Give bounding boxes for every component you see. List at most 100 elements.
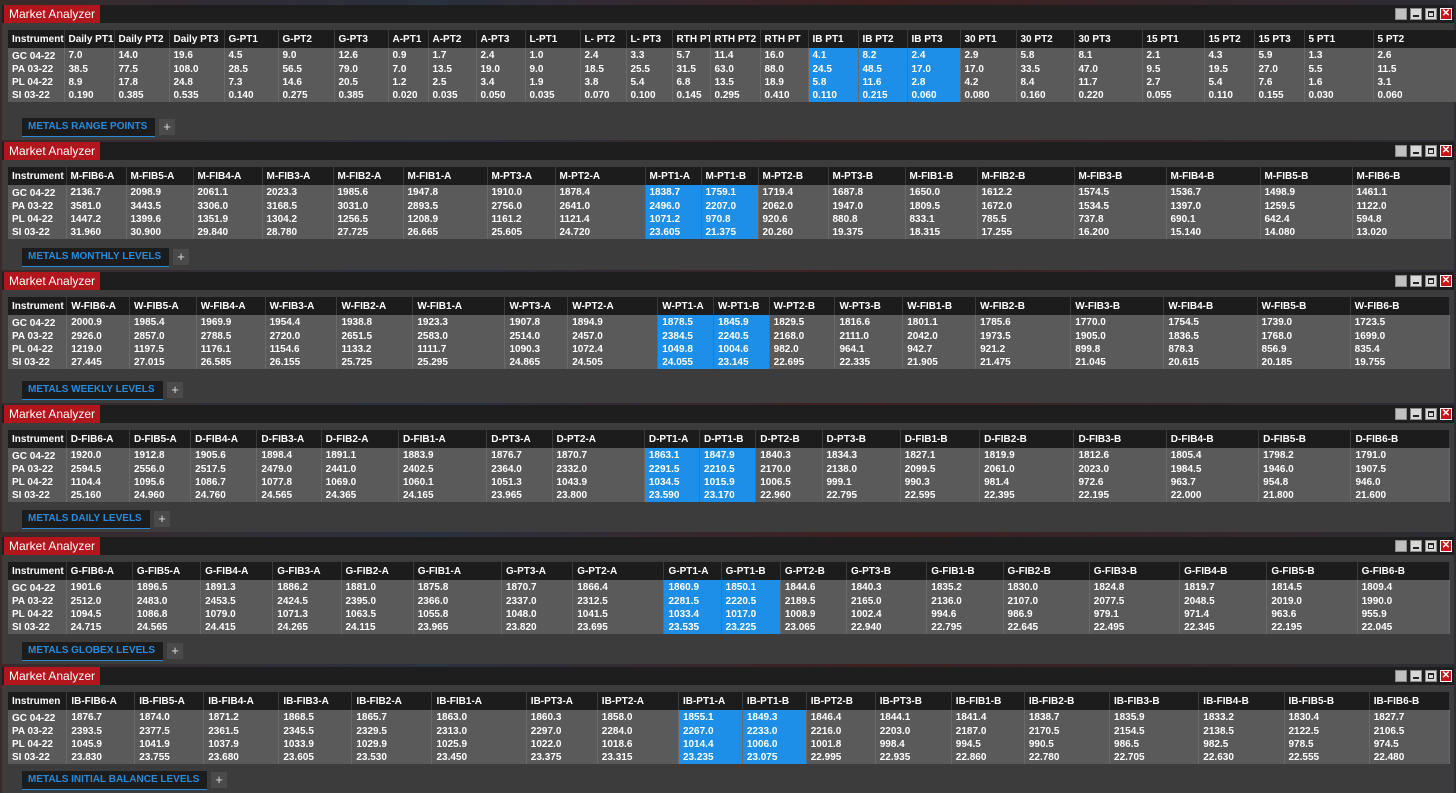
value-cell[interactable]: 22.000 xyxy=(1166,489,1260,502)
value-cell[interactable]: 1.3 xyxy=(1304,48,1374,63)
value-cell[interactable]: 21.375 xyxy=(701,226,759,239)
value-cell[interactable]: 23.605 xyxy=(645,226,702,239)
value-cell[interactable]: 2720.0 xyxy=(265,330,338,343)
value-cell[interactable]: 2926.0 xyxy=(66,330,130,343)
value-cell[interactable]: 11.4 xyxy=(710,48,761,63)
value-cell[interactable]: 21.800 xyxy=(1258,489,1352,502)
column-header[interactable]: L- PT2 xyxy=(580,30,627,48)
maximize-icon[interactable] xyxy=(1425,145,1437,157)
value-cell[interactable]: 22.935 xyxy=(875,751,952,764)
value-cell[interactable]: 5.7 xyxy=(672,48,711,63)
value-cell[interactable]: 2556.0 xyxy=(129,463,192,476)
value-cell[interactable]: 1891.1 xyxy=(321,448,399,463)
value-cell[interactable]: 982.5 xyxy=(1198,738,1285,751)
value-cell[interactable]: 1846.4 xyxy=(806,710,876,725)
value-cell[interactable]: 1033.9 xyxy=(278,738,353,751)
value-cell[interactable]: 22.045 xyxy=(1357,621,1451,634)
value-cell[interactable]: 998.4 xyxy=(875,738,952,751)
maximize-icon[interactable] xyxy=(1425,8,1437,20)
value-cell[interactable]: 0.215 xyxy=(858,89,908,102)
value-cell[interactable]: 1.2 xyxy=(388,76,429,89)
value-cell[interactable]: 8.2 xyxy=(858,48,908,63)
value-cell[interactable]: 1770.0 xyxy=(1070,315,1165,330)
column-header[interactable]: 5 PT1 xyxy=(1304,30,1374,48)
value-cell[interactable]: 2281.5 xyxy=(663,595,722,608)
value-cell[interactable]: 2.6 xyxy=(1373,48,1456,63)
column-header[interactable]: G-FIB1-A xyxy=(413,562,502,580)
value-cell[interactable]: 1259.5 xyxy=(1260,200,1353,213)
value-cell[interactable]: 18.315 xyxy=(905,226,978,239)
value-cell[interactable]: 963.7 xyxy=(1166,476,1260,489)
value-cell[interactable]: 22.335 xyxy=(834,356,904,369)
value-cell[interactable]: 2000.9 xyxy=(66,315,130,330)
value-cell[interactable]: 1809.5 xyxy=(905,200,978,213)
value-cell[interactable]: 1197.5 xyxy=(129,343,197,356)
value-cell[interactable]: 2594.5 xyxy=(66,463,130,476)
column-header[interactable]: G-PT2 xyxy=(278,30,335,48)
column-header[interactable]: G-FIB5-A xyxy=(132,562,202,580)
restore-icon[interactable] xyxy=(1395,670,1407,682)
column-header[interactable]: A-PT2 xyxy=(428,30,477,48)
column-header[interactable]: D-FIB5-A xyxy=(129,430,192,448)
value-cell[interactable]: 878.3 xyxy=(1163,343,1258,356)
column-header-instrument[interactable]: Instrument xyxy=(8,167,67,185)
value-cell[interactable]: 955.9 xyxy=(1357,608,1451,621)
column-header[interactable]: M-FIB4-B xyxy=(1166,167,1261,185)
value-cell[interactable]: 1612.2 xyxy=(977,185,1075,200)
table-row[interactable]: PA 03-22 2512.0 2483.0 2453.5 2424.5 2395.0 23… xyxy=(8,595,1451,608)
value-cell[interactable]: 2291.5 xyxy=(644,463,701,476)
value-cell[interactable]: 2453.5 xyxy=(200,595,274,608)
column-header[interactable]: IB-PT1-A xyxy=(678,692,743,710)
window-titlebar[interactable]: Market Analyzer ✕ xyxy=(2,5,1454,23)
value-cell[interactable]: 1830.0 xyxy=(1003,580,1090,595)
column-header[interactable]: M-FIB4-A xyxy=(193,167,263,185)
column-header[interactable]: D-PT2-B xyxy=(755,430,823,448)
value-cell[interactable]: 22.705 xyxy=(1109,751,1200,764)
value-cell[interactable]: 1836.5 xyxy=(1163,330,1258,343)
value-cell[interactable]: 1759.1 xyxy=(701,185,759,200)
value-cell[interactable]: 30.900 xyxy=(126,226,194,239)
value-cell[interactable]: 1901.6 xyxy=(66,580,133,595)
value-cell[interactable]: 12.6 xyxy=(334,48,389,63)
value-cell[interactable]: 1650.0 xyxy=(905,185,978,200)
value-cell[interactable]: 1801.1 xyxy=(902,315,977,330)
instrument-cell[interactable]: SI 03-22 xyxy=(8,356,68,369)
value-cell[interactable]: 23.075 xyxy=(742,751,807,764)
value-cell[interactable]: 0.275 xyxy=(278,89,335,102)
value-cell[interactable]: 9.0 xyxy=(278,48,335,63)
value-cell[interactable]: 11.6 xyxy=(858,76,908,89)
value-cell[interactable]: 1835.9 xyxy=(1109,710,1200,725)
value-cell[interactable]: 23.375 xyxy=(526,751,598,764)
value-cell[interactable]: 11.5 xyxy=(1373,63,1456,76)
value-cell[interactable]: 8.9 xyxy=(64,76,115,89)
value-cell[interactable]: 31.5 xyxy=(672,63,711,76)
value-cell[interactable]: 1829.5 xyxy=(769,315,836,330)
value-cell[interactable]: 1860.9 xyxy=(663,580,722,595)
column-header[interactable]: G-FIB1-B xyxy=(926,562,1004,580)
value-cell[interactable]: 22.555 xyxy=(1284,751,1370,764)
value-cell[interactable]: 22.495 xyxy=(1089,621,1181,634)
column-header[interactable]: D-FIB2-A xyxy=(321,430,399,448)
value-cell[interactable]: 986.5 xyxy=(1109,738,1200,751)
value-cell[interactable]: 4.1 xyxy=(808,48,859,63)
table-row[interactable]: PA 03-22 3581.0 3443.5 3306.0 3168.5 3031.0 28… xyxy=(8,200,1451,213)
value-cell[interactable]: 24.760 xyxy=(190,489,258,502)
value-cell[interactable]: 2154.5 xyxy=(1109,725,1200,738)
value-cell[interactable]: 2203.0 xyxy=(875,725,952,738)
value-cell[interactable]: 1025.9 xyxy=(431,738,527,751)
column-header[interactable]: D-PT1-B xyxy=(699,430,757,448)
column-header[interactable]: W-PT3-A xyxy=(504,297,569,315)
value-cell[interactable]: 0.080 xyxy=(960,89,1017,102)
value-cell[interactable]: 972.6 xyxy=(1073,476,1167,489)
value-cell[interactable]: 1883.9 xyxy=(398,448,488,463)
value-cell[interactable]: 0.030 xyxy=(1304,89,1374,102)
tab-metals-daily-levels[interactable]: METALS DAILY LEVELS xyxy=(22,510,150,529)
value-cell[interactable]: 22.480 xyxy=(1369,751,1451,764)
column-header[interactable]: IB-FIB5-B xyxy=(1284,692,1370,710)
value-cell[interactable]: 23.605 xyxy=(278,751,353,764)
value-cell[interactable]: 4.3 xyxy=(1204,48,1255,63)
column-header[interactable]: IB-FIB1-B xyxy=(951,692,1025,710)
column-header[interactable]: M-PT2-A xyxy=(555,167,646,185)
table-row[interactable]: GC 04-22 7.0 14.0 19.6 4.5 9.0 12.6 0.9 1.7 2.4 1.… xyxy=(8,48,1456,63)
value-cell[interactable]: 3.8 xyxy=(580,76,627,89)
